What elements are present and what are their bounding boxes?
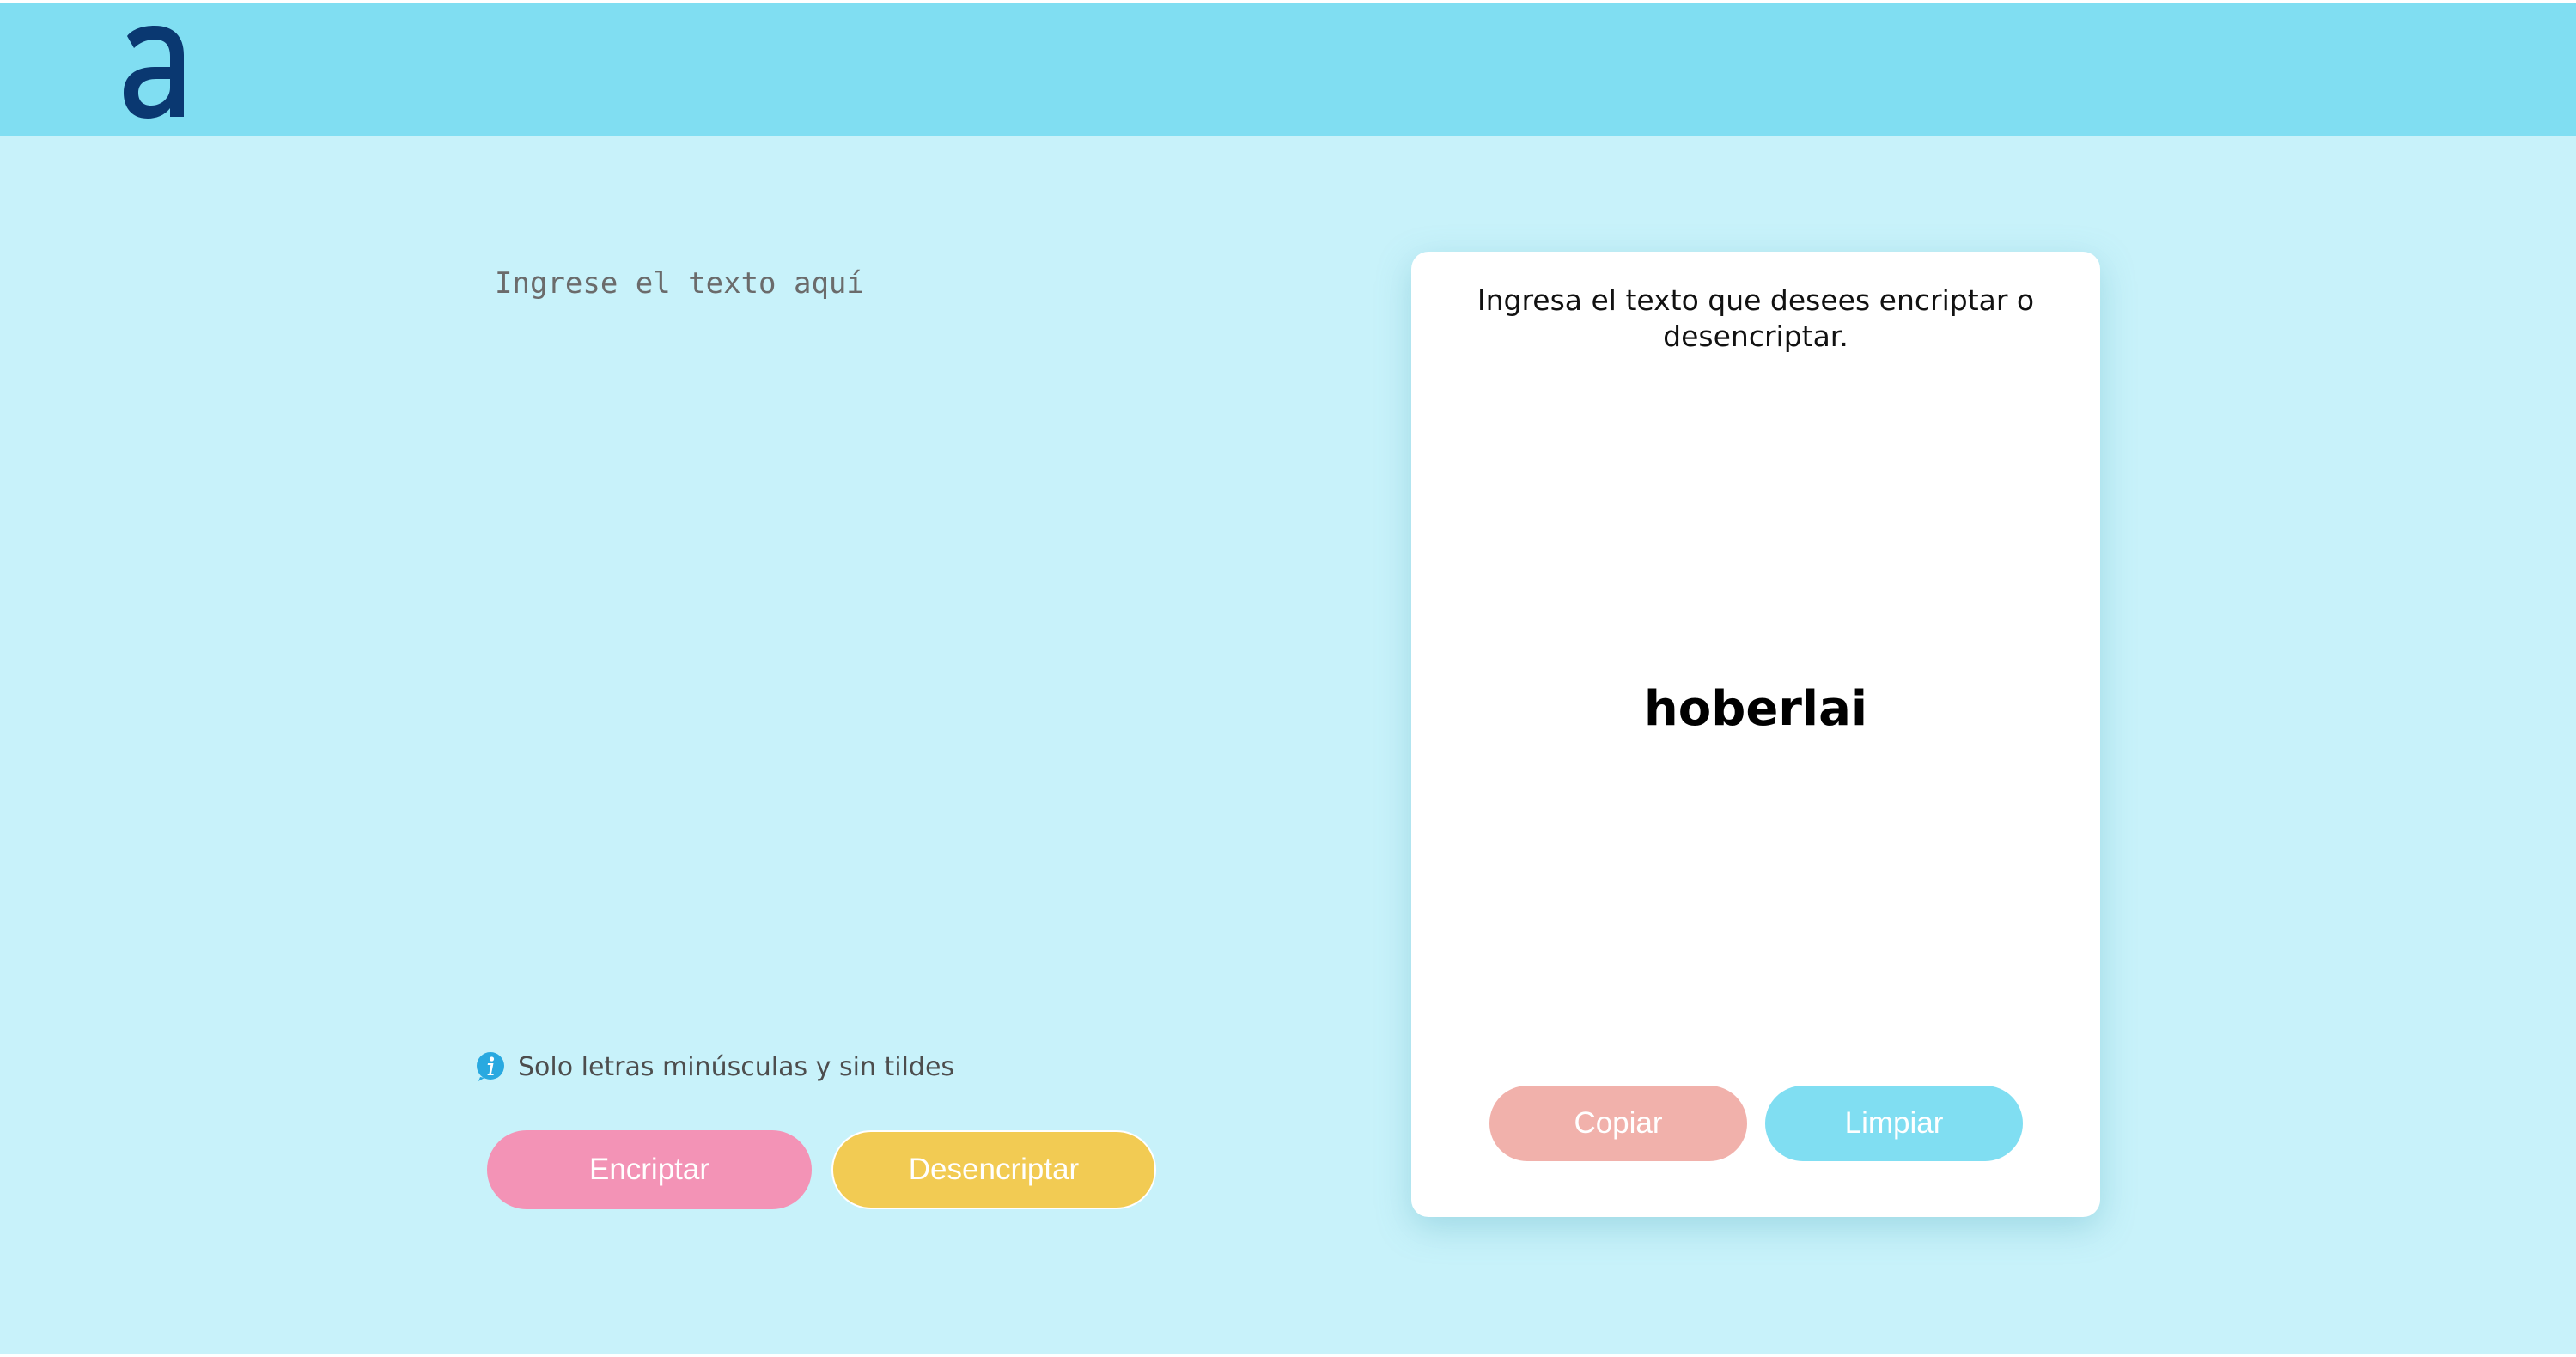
page: Solo letras minúsculas y sin tildes Encr… [0,0,2576,1357]
output-instruction: Ingresa el texto que desees encriptar o … [1477,283,2035,353]
encrypt-button[interactable]: Encriptar [487,1130,812,1209]
bottom-border [0,1354,2576,1357]
copy-button[interactable]: Copiar [1489,1086,1747,1161]
clear-button[interactable]: Limpiar [1765,1086,2023,1161]
alura-logo-icon[interactable] [120,24,189,120]
header-bar [0,3,2576,136]
decrypt-button[interactable]: Desencriptar [831,1130,1156,1209]
output-result: hoberlai [1643,681,1868,737]
text-input[interactable] [495,266,1268,1005]
info-icon [477,1052,504,1081]
hint-text: Solo letras minúsculas y sin tildes [518,1051,955,1082]
output-card: Ingresa el texto que desees encriptar o … [1411,252,2100,1217]
hint-message: Solo letras minúsculas y sin tildes [475,1050,954,1084]
